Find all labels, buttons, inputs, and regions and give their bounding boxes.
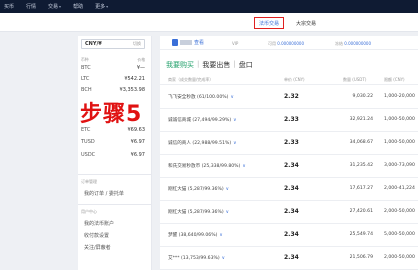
chevron-down-icon: ▾ <box>106 4 109 9</box>
merchant-name[interactable]: 和氏交易秒放币 (25,338/99.80%) ∨ <box>168 163 246 169</box>
currency-selector[interactable]: CNY/¥ 切换 <box>81 39 145 49</box>
nav-buy-coin[interactable]: 买币 <box>4 3 14 10</box>
table-row[interactable]: 刚红大猫 (5,287/99.36%) ∨ 2.34 17,617.27 2,00… <box>160 178 418 201</box>
divider <box>78 174 152 175</box>
wallet-row[interactable]: LTC ¥542.21 <box>81 76 145 82</box>
unit-price: 2.34 <box>284 254 299 261</box>
limit-range: 1,000-20,000 <box>384 94 415 99</box>
table-row[interactable]: 刚红大猫 (5,287/99.36%) ∨ 2.34 27,420.61 2,00… <box>160 201 418 224</box>
merchant-name[interactable]: 诚诚信商城 (27,494/99.29%) ∨ <box>168 117 237 123</box>
tab-sell[interactable]: 我要出售 <box>202 60 230 70</box>
wallet-column-headers: 币种 价格 <box>81 57 145 62</box>
merchant-name[interactable]: 刚红大猫 (5,287/99.36%) ∨ <box>168 186 229 192</box>
col-qty: 数量 (USDT) <box>343 77 367 82</box>
frozen-stat: 冻结 0.000000000 <box>335 41 372 46</box>
nav-more[interactable]: 更多 ▾ <box>95 3 108 10</box>
step-overlay-label: 步骤5 <box>80 102 143 127</box>
table-row[interactable]: 飞飞安全秒放 (61/100.00%) ∨ 2.32 9,030.22 1,000… <box>160 86 418 109</box>
chevron-down-icon: ∨ <box>219 233 223 238</box>
tab-bulk-trade[interactable]: 大宗交易 <box>291 17 321 29</box>
follow-block-link[interactable]: 关注/屏蔽者 <box>84 244 111 251</box>
table-row[interactable]: 梦醒 (38,640/99.06%) ∨ 2.34 25,549.74 5,000… <box>160 224 418 247</box>
unit-price: 2.34 <box>284 162 299 169</box>
col-price[interactable]: 单价 (CNY) <box>284 77 305 83</box>
limit-range: 2,000-50,000 <box>384 255 415 260</box>
user-info-bar: 查看 VIP 可用 0.000000000 冻结 0.000000000 <box>160 36 418 50</box>
legal-account-link[interactable]: 我的法币账户 <box>84 220 114 227</box>
chevron-down-icon: ∨ <box>233 141 237 146</box>
quantity: 27,420.61 <box>349 209 373 214</box>
tab-separator: | <box>233 60 236 68</box>
tab-legal-trade[interactable]: 法币交易 <box>254 17 284 29</box>
quantity: 25,549.74 <box>349 232 373 237</box>
available-stat: 可用 0.000000000 <box>268 41 305 46</box>
quantity: 32,921.24 <box>349 117 373 122</box>
sub-tab-bar: 法币交易 大宗交易 <box>0 13 418 32</box>
payment-settings-link[interactable]: 收付款设置 <box>84 232 109 239</box>
my-orders-link[interactable]: 我的订单 / 委托单 <box>84 190 124 197</box>
vip-stat: VIP <box>232 41 239 46</box>
chevron-down-icon: ▾ <box>59 4 62 9</box>
avatar <box>172 39 178 46</box>
username-redacted <box>180 40 192 45</box>
limit-range: 1,000-50,000 <box>384 117 415 122</box>
table-row[interactable]: 诚信的商人 (22,988/99.51%) ∨ 2.33 34,068.67 1,… <box>160 132 418 155</box>
unit-price: 2.33 <box>284 139 299 146</box>
section-orders-heading: 订单管理 <box>81 179 97 184</box>
limit-range: 2,000-50,000 <box>384 209 415 214</box>
col-merchant: 商家（成交数量/完成率） <box>168 77 214 82</box>
limit-range: 5,000-50,000 <box>384 232 415 237</box>
quantity: 21,506.79 <box>349 255 373 260</box>
quantity: 17,617.27 <box>349 186 373 191</box>
col-limit: 限额 (CNY) <box>384 77 405 82</box>
unit-price: 2.34 <box>284 185 299 192</box>
merchant-name[interactable]: 诚信的商人 (22,988/99.51%) ∨ <box>168 140 237 146</box>
chevron-down-icon: ∨ <box>221 256 226 261</box>
limit-range: 2,000-41,224 <box>384 186 415 191</box>
unit-price: 2.34 <box>284 208 299 215</box>
merchant-name[interactable]: 刚红大猫 (5,287/99.36%) ∨ <box>168 209 229 215</box>
unit-price: 2.33 <box>284 116 299 123</box>
trade-tabs: 我要购买 | 我要出售 | 盘口 <box>166 60 253 70</box>
chevron-down-icon: ∨ <box>242 164 246 169</box>
table-row[interactable]: 诚诚信商城 (27,494/99.29%) ∨ 2.33 32,921.24 1,… <box>160 109 418 132</box>
tab-pending[interactable]: 盘口 <box>239 60 253 70</box>
wallet-sidebar: CNY/¥ 切换 币种 价格 BTC ¥— LTC ¥542.21 BCH ¥3,35… <box>78 36 152 270</box>
quantity: 31,235.42 <box>349 163 373 168</box>
tab-buy[interactable]: 我要购买 <box>166 60 194 70</box>
chevron-down-icon: ∨ <box>225 210 230 215</box>
unit-price: 2.32 <box>284 93 299 100</box>
merchant-name[interactable]: 飞飞安全秒放 (61/100.00%) ∨ <box>168 94 234 100</box>
nav-trade[interactable]: 交易 ▾ <box>48 3 61 10</box>
limit-range: 1,000-50,000 <box>384 140 415 145</box>
top-nav-bar: 买币 行情 交易 ▾ 帮助 更多 ▾ <box>0 0 418 13</box>
wallet-row[interactable]: USDC ¥6.97 <box>81 152 145 158</box>
quantity: 9,030.22 <box>352 94 373 99</box>
chevron-down-icon: ∨ <box>230 95 234 100</box>
left-gutter <box>0 32 78 270</box>
wallet-row[interactable]: BCH ¥3,353.98 <box>81 87 145 93</box>
quantity: 34,068.67 <box>349 140 373 145</box>
limit-range: 3,000-73,090 <box>384 163 415 168</box>
table-row[interactable]: 和氏交易秒放币 (25,338/99.80%) ∨ 2.34 31,235.42 … <box>160 155 418 178</box>
chevron-down-icon: ∨ <box>233 118 237 123</box>
divider <box>78 204 152 205</box>
table-header: 商家（成交数量/完成率） 单价 (CNY) 数量 (USDT) 限额 (CNY) <box>160 75 418 85</box>
tab-separator: | <box>197 60 200 68</box>
merchant-name[interactable]: 艾*** (13,753/99.63%) ∨ <box>168 255 225 261</box>
table-row[interactable]: 艾*** (13,753/99.63%) ∨ 2.34 21,506.79 2,0… <box>160 247 418 270</box>
wallet-row[interactable]: BTC ¥— <box>81 65 145 71</box>
view-profile-link[interactable]: 查看 <box>194 39 204 46</box>
nav-market[interactable]: 行情 <box>26 3 36 10</box>
unit-price: 2.34 <box>284 231 299 238</box>
chevron-down-icon: ∨ <box>225 187 230 192</box>
section-user-heading: 用户中心 <box>81 209 97 214</box>
merchant-name[interactable]: 梦醒 (38,640/99.06%) ∨ <box>168 232 223 238</box>
wallet-row[interactable]: TUSD ¥6.97 <box>81 139 145 145</box>
main-panel: 查看 VIP 可用 0.000000000 冻结 0.000000000 我要购… <box>160 36 418 270</box>
nav-help[interactable]: 帮助 <box>73 3 83 10</box>
